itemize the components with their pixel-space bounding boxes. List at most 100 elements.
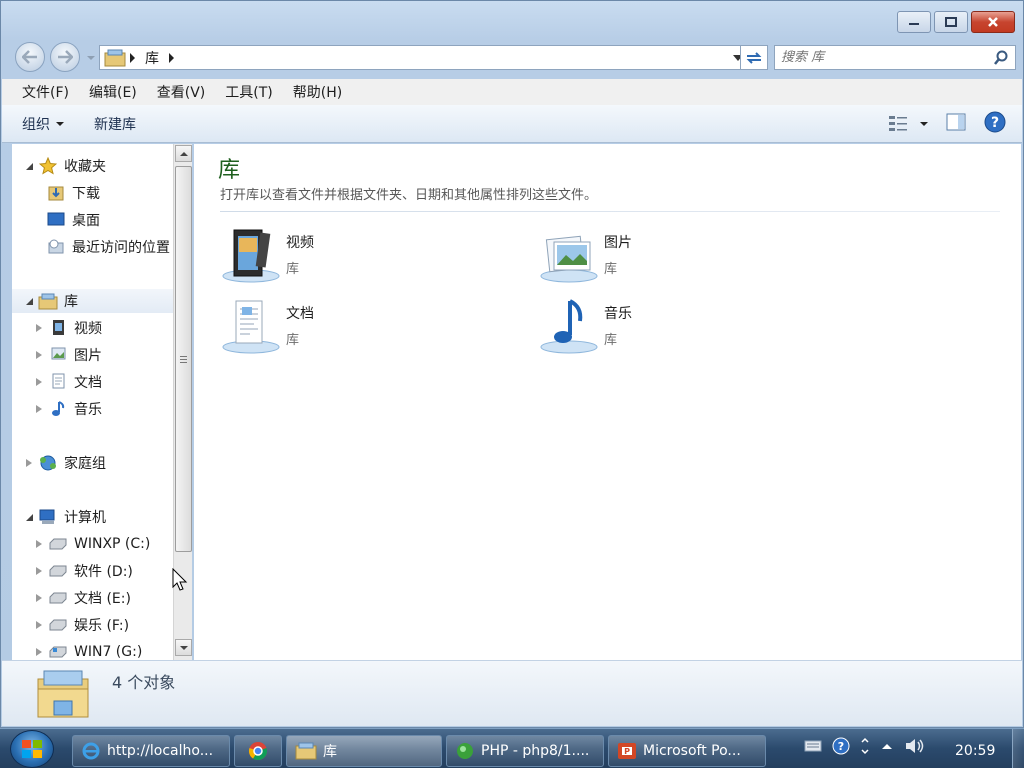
view-controls: ? [888,111,1006,137]
start-button[interactable] [10,730,54,768]
nav-music[interactable]: 音乐 [34,397,102,421]
taskbar-library-label: 库 [323,744,337,760]
library-folder-icon [295,742,317,760]
hard-drive-icon [48,562,68,580]
clock[interactable]: 20:59 [955,743,995,759]
show-hidden-icons-icon[interactable] [880,741,894,751]
collapse-arrow-icon[interactable] [24,161,34,171]
nav-pictures[interactable]: 图片 [34,343,102,367]
expand-arrow-icon[interactable] [34,323,44,333]
nav-libraries-label: 库 [64,294,78,310]
hard-drive-icon [48,616,68,634]
nav-homegroup[interactable]: 家庭组 [24,451,106,475]
expand-arrow-icon[interactable] [34,404,44,414]
library-folder-icon [37,670,89,718]
show-desktop-button[interactable] [1012,729,1024,768]
forward-button[interactable] [50,42,80,72]
taskbar-library[interactable]: 库 [286,735,442,767]
minimize-button[interactable] [897,11,931,33]
scroll-down-button[interactable] [175,639,192,656]
nav-libraries[interactable]: 库 [12,289,174,313]
expand-arrow-icon[interactable] [34,620,44,630]
library-name: 图片 [604,235,632,251]
scroll-thumb[interactable] [175,166,192,552]
expand-arrow-icon[interactable] [34,593,44,603]
chevron-down-icon [179,645,188,650]
nav-desktop-label: 桌面 [72,213,100,229]
close-button[interactable] [971,11,1015,33]
collapse-arrow-icon[interactable] [24,296,34,306]
library-tile-music[interactable]: 音乐 库 [538,299,838,363]
help-button[interactable]: ? [984,111,1006,137]
nav-videos[interactable]: 视频 [34,316,102,340]
expand-arrow-icon[interactable] [34,647,44,657]
search-icon[interactable] [993,50,1009,66]
nav-recent-places[interactable]: 最近访问的位置 [46,235,170,259]
breadcrumb-library[interactable]: 库 [145,48,159,68]
svg-text:?: ? [838,740,844,753]
help-icon[interactable]: ? [832,737,850,755]
breadcrumb-arrow[interactable] [130,52,135,63]
menu-help[interactable]: 帮助(H) [281,82,350,102]
expand-arrow-icon[interactable] [34,350,44,360]
nav-desktop[interactable]: 桌面 [46,208,100,232]
nav-drive-e[interactable]: 文档 (E:) [34,586,131,610]
nav-favorites[interactable]: 收藏夹 [24,154,106,178]
menu-file[interactable]: 文件(F) [10,82,77,102]
chrome-icon [248,742,268,761]
explorer-window: 库 文件(F) 编辑(E) 查看(V) 工具(T) 帮助(H) 组织 新建库 [0,0,1024,728]
breadcrumb-arrow-2[interactable] [169,52,174,63]
taskbar-php[interactable]: PHP - php8/1.... [446,735,604,767]
expand-arrow-icon[interactable] [34,566,44,576]
page-description: 打开库以查看文件并根据文件夹、日期和其他属性排列这些文件。 [220,188,598,203]
recent-pages-dropdown[interactable] [86,51,96,61]
nav-drive-d[interactable]: 软件 (D:) [34,559,133,583]
nav-drive-g[interactable]: WIN7 (G:) [34,640,142,660]
organize-button[interactable]: 组织 [12,114,74,134]
pictures-library-icon [48,346,68,364]
search-box[interactable] [774,45,1016,70]
scroll-up-button[interactable] [175,145,192,162]
nav-documents[interactable]: 文档 [34,370,102,394]
refresh-button[interactable] [740,45,768,70]
volume-icon[interactable] [904,737,926,755]
nav-drive-c[interactable]: WINXP (C:) [34,532,150,556]
menu-view[interactable]: 查看(V) [145,82,214,102]
keyboard-icon[interactable] [804,740,822,752]
taskbar-powerpoint[interactable]: P Microsoft Po... [608,735,766,767]
change-view-button[interactable] [888,115,928,133]
windows-logo-icon [22,740,42,758]
nav-drive-d-label: 软件 (D:) [74,564,133,580]
back-arrow-icon [22,50,37,64]
new-library-button[interactable]: 新建库 [84,114,146,134]
address-bar[interactable]: 库 [99,45,749,70]
refresh-icon [746,51,762,64]
nav-drive-f[interactable]: 娱乐 (F:) [34,613,129,637]
expand-arrow-icon[interactable] [34,377,44,387]
menu-tools[interactable]: 工具(T) [213,82,280,102]
search-input[interactable] [781,50,981,65]
library-name: 音乐 [604,306,632,322]
windows-drive-icon [48,643,68,660]
preview-pane-button[interactable] [946,113,966,135]
menu-edit[interactable]: 编辑(E) [77,82,145,102]
library-tile-videos[interactable]: 视频 库 [220,228,520,292]
nav-drive-g-label: WIN7 (G:) [74,644,143,660]
menu-bar: 文件(F) 编辑(E) 查看(V) 工具(T) 帮助(H) [2,79,1022,105]
hard-drive-icon [48,589,68,607]
expand-arrow-icon[interactable] [34,539,44,549]
nav-downloads[interactable]: 下载 [46,181,100,205]
taskbar-chrome[interactable] [234,735,282,767]
collapse-arrow-icon[interactable] [24,512,34,522]
nav-homegroup-label: 家庭组 [64,456,106,472]
back-button[interactable] [15,42,45,72]
divider [220,211,1000,212]
library-tile-documents[interactable]: 文档 库 [220,299,520,363]
maximize-button[interactable] [934,11,968,33]
input-options-icon[interactable] [860,737,870,755]
expand-arrow-icon[interactable] [24,458,34,468]
taskbar-ie[interactable]: http://localho... [72,735,230,767]
library-tile-pictures[interactable]: 图片 库 [538,228,838,292]
nav-computer[interactable]: 计算机 [24,505,106,529]
star-icon [38,157,58,175]
